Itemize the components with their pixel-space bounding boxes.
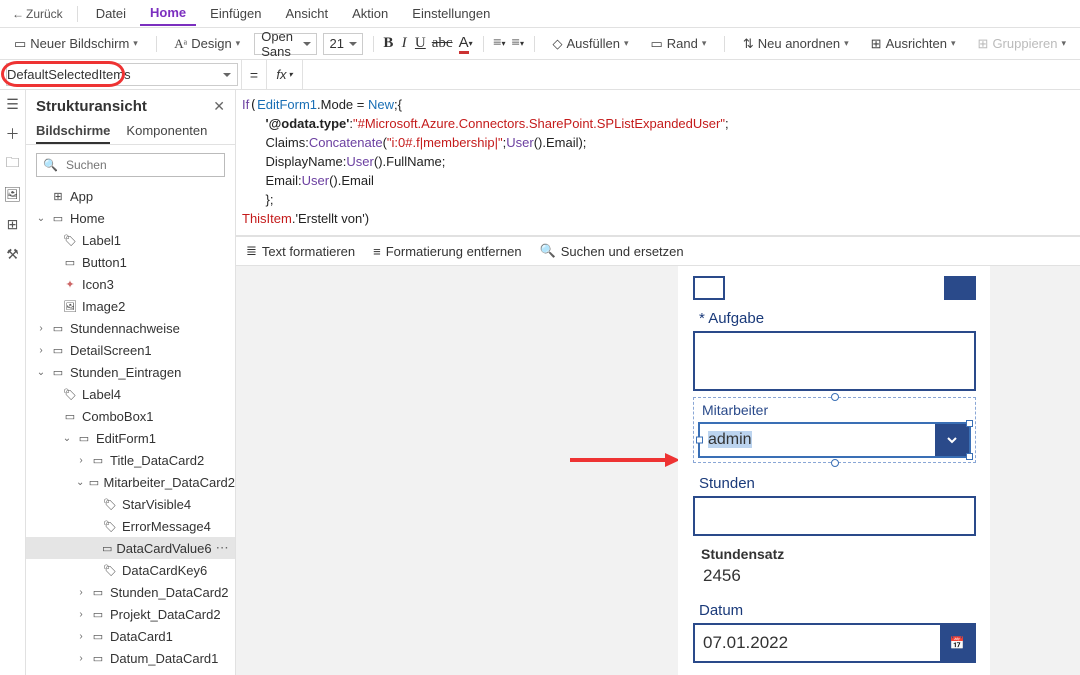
form-preview: Aufgabe Mitarbeiter admin Stunden [678, 266, 990, 675]
node-home[interactable]: ⌄▭Home [26, 207, 235, 229]
reorder-button[interactable]: ⇅ Neu anordnen ▾ [735, 33, 857, 55]
node-mitarbeiter-dc[interactable]: ⌄▭Mitarbeiter_DataCard2 [26, 471, 235, 493]
remove-format-button[interactable]: ≡Formatierung entfernen [373, 244, 521, 259]
tab-screens[interactable]: Bildschirme [36, 119, 110, 144]
chevron-down-icon[interactable] [935, 424, 969, 456]
node-label4[interactable]: 🏷Label4 [26, 383, 235, 405]
label-stunden: Stunden [693, 471, 976, 496]
menu-aktion[interactable]: Aktion [342, 2, 398, 25]
italic-icon[interactable]: I [399, 33, 409, 55]
annotation-arrow [570, 450, 680, 473]
node-app[interactable]: ⊞App [26, 185, 235, 207]
strike-icon[interactable]: abc [432, 33, 453, 55]
equals-icon: = [241, 60, 267, 89]
advanced-icon[interactable]: ⚒ [5, 246, 21, 262]
back-button[interactable]: ← Zurück [6, 5, 69, 23]
node-errormessage4[interactable]: 🏷ErrorMessage4 [26, 515, 235, 537]
tree-icon[interactable]: ☰ [5, 96, 21, 112]
node-datacardvalue6[interactable]: ▭DataCardValue6⋯ [26, 537, 235, 559]
find-replace-button[interactable]: 🔍Suchen und ersetzen [540, 243, 684, 259]
format-text-button[interactable]: ≣Text formatieren [246, 243, 355, 259]
border-button[interactable]: ▭ Rand ▾ [642, 33, 714, 55]
search-input[interactable] [64, 157, 223, 173]
node-more-icon[interactable]: ⋯ [216, 540, 229, 556]
card-mitarbeiter[interactable]: Mitarbeiter admin [693, 397, 976, 463]
formula-bar: DefaultSelectedItems = fx▾ [0, 60, 1080, 90]
node-title-dc[interactable]: ›▭Title_DataCard2 [26, 449, 235, 471]
insert-icon[interactable]: ＋ [5, 126, 21, 142]
media-icon[interactable]: 🖼 [5, 186, 21, 202]
node-label1[interactable]: 🏷Label1 [26, 229, 235, 251]
node-starvisible4[interactable]: 🏷StarVisible4 [26, 493, 235, 515]
menu-home[interactable]: Home [140, 1, 196, 26]
code-toolbar: ≣Text formatieren ≡Formatierung entferne… [236, 236, 1080, 266]
node-image2[interactable]: 🖼Image2 [26, 295, 235, 317]
fill-button[interactable]: ◇ Ausfüllen ▾ [544, 33, 636, 55]
formula-editor[interactable]: If(EditForm1.Mode = New;{ '@odata.type':… [236, 90, 1080, 236]
node-datum-dc[interactable]: ›▭Datum_DataCard1 [26, 647, 235, 669]
mini-button[interactable] [944, 276, 976, 300]
input-datum[interactable]: 07.01.2022 📅 [693, 623, 976, 663]
align-icon[interactable]: ≡▾ [493, 33, 505, 55]
menu-ansicht[interactable]: Ansicht [276, 2, 339, 25]
label-mitarbeiter: Mitarbeiter [698, 402, 971, 422]
unformat-icon: ≡ [373, 244, 381, 259]
node-editform1[interactable]: ⌄▭EditForm1 [26, 427, 235, 449]
tree-search[interactable]: 🔍 [36, 153, 225, 177]
menu-bar: ← Zurück Datei Home Einfügen Ansicht Akt… [0, 0, 1080, 28]
label-stundensatz: Stundensatz [693, 542, 976, 566]
label-aufgabe: Aufgabe [693, 306, 976, 331]
data-icon[interactable]: 🗀 [5, 156, 21, 172]
node-icon3[interactable]: ✦Icon3 [26, 273, 235, 295]
menu-einfuegen[interactable]: Einfügen [200, 2, 271, 25]
menu-einstellungen[interactable]: Einstellungen [402, 2, 500, 25]
fontsize-select[interactable]: 21 [323, 33, 363, 55]
menu-datei[interactable]: Datei [86, 2, 136, 25]
node-stundennachweise[interactable]: ›▭Stundennachweise [26, 317, 235, 339]
node-projekt-dc[interactable]: ›▭Projekt_DataCard2 [26, 603, 235, 625]
format-icon: ≣ [246, 243, 257, 259]
property-selector[interactable]: DefaultSelectedItems [6, 63, 238, 86]
design-button[interactable]: Aᵃ Design ▾ [166, 33, 248, 55]
value-stundensatz: 2456 [693, 566, 976, 592]
calendar-icon[interactable]: 📅 [940, 625, 974, 661]
close-panel-icon[interactable]: ✕ [213, 98, 225, 115]
left-rail: ☰ ＋ 🗀 🖼 ⊞ ⚒ [0, 90, 26, 675]
group-button: ⊞ Gruppieren ▾ [970, 33, 1074, 55]
fx-button[interactable]: fx▾ [267, 60, 303, 89]
tree: ⊞App ⌄▭Home 🏷Label1 ▭Button1 ✦Icon3 🖼Ima… [26, 185, 235, 675]
mini-field[interactable] [693, 276, 725, 300]
new-screen-button[interactable]: ▭ Neuer Bildschirm ▾ [6, 33, 146, 55]
node-datacard1[interactable]: ›▭DataCard1 [26, 625, 235, 647]
toolbar: ▭ Neuer Bildschirm ▾ Aᵃ Design ▾ Open Sa… [0, 28, 1080, 60]
node-combobox1[interactable]: ▭ComboBox1 [26, 405, 235, 427]
preview-canvas[interactable]: Karte : Mitarbeiter Aufgabe Mitarbeiter [236, 266, 1080, 675]
node-stunden-dc[interactable]: ›▭Stunden_DataCard2 [26, 581, 235, 603]
variables-icon[interactable]: ⊞ [5, 216, 21, 232]
node-detailscreen[interactable]: ›▭DetailScreen1 [26, 339, 235, 361]
node-datacardkey6[interactable]: 🏷DataCardKey6 [26, 559, 235, 581]
search-icon: 🔍 [43, 158, 58, 172]
font-select[interactable]: Open Sans [254, 33, 316, 55]
find-icon: 🔍 [540, 243, 556, 259]
valign-icon[interactable]: ≡▾ [512, 33, 524, 55]
bold-icon[interactable]: B [383, 33, 393, 55]
tab-components[interactable]: Komponenten [126, 119, 207, 144]
canvas-area: If(EditForm1.Mode = New;{ '@odata.type':… [236, 90, 1080, 675]
align2-button[interactable]: ⊞ Ausrichten ▾ [863, 33, 964, 55]
tree-title: Strukturansicht [36, 98, 147, 115]
tree-panel: Strukturansicht ✕ Bildschirme Komponente… [26, 90, 236, 675]
node-stunden-eintragen[interactable]: ⌄▭Stunden_Eintragen [26, 361, 235, 383]
input-aufgabe[interactable] [693, 331, 976, 391]
label-datum: Datum [693, 598, 976, 623]
input-stunden[interactable] [693, 496, 976, 536]
underline-icon[interactable]: U [415, 33, 426, 55]
fontcolor-icon[interactable]: A▾ [459, 33, 473, 55]
combo-mitarbeiter[interactable]: admin [698, 422, 971, 458]
node-button1[interactable]: ▭Button1 [26, 251, 235, 273]
